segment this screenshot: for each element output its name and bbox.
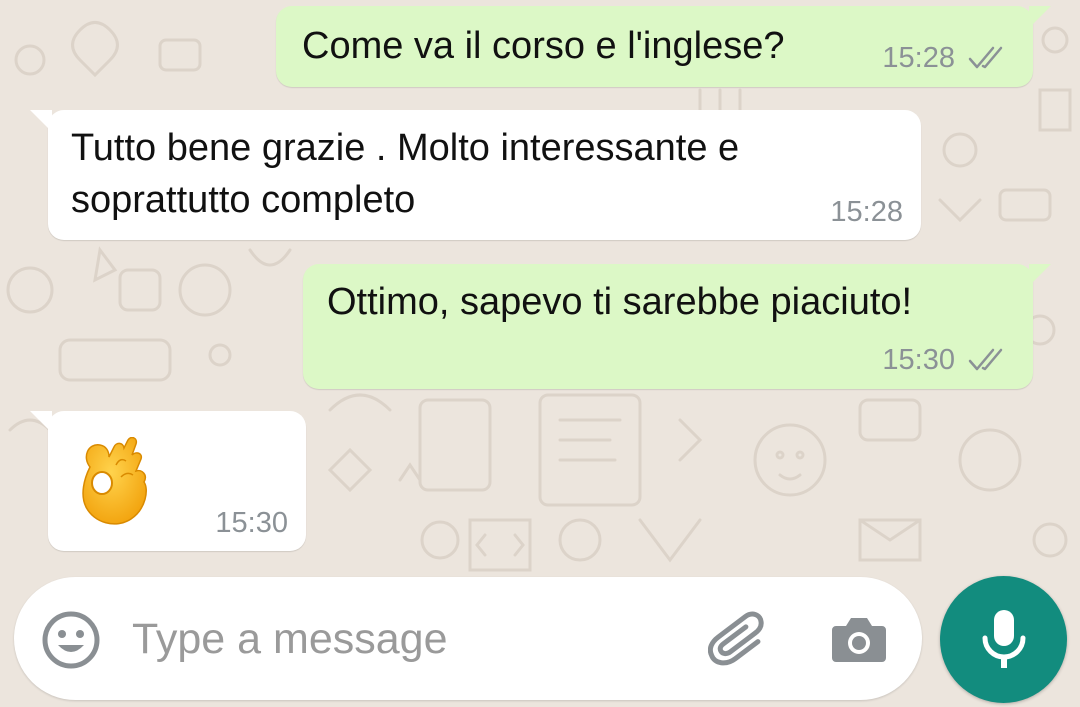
- message-meta: 15:28: [830, 196, 903, 228]
- bubble-tail: [30, 411, 52, 433]
- camera-button[interactable]: [826, 608, 892, 670]
- message-meta: 15:30: [882, 344, 1009, 376]
- bubble-tail: [1029, 264, 1051, 286]
- microphone-icon: [982, 609, 1025, 668]
- message-input[interactable]: [132, 607, 692, 671]
- message-text-line-1: Tutto bene grazie . Molto interessante e: [71, 127, 740, 169]
- double-check-icon: [968, 46, 1003, 69]
- message-time: 15:28: [882, 42, 955, 74]
- voice-message-button[interactable]: [940, 576, 1067, 703]
- message-meta: 15:30: [215, 507, 288, 539]
- message-bubble-outgoing[interactable]: Come va il corso e l'inglese? 15:28: [276, 6, 1051, 87]
- message-bubble-outgoing[interactable]: Ottimo, sapevo ti sarebbe piaciuto! 15:3…: [303, 264, 1051, 389]
- emoji-icon: [42, 611, 100, 669]
- paperclip-icon: [708, 611, 764, 666]
- double-check-icon: [968, 348, 1003, 371]
- ok-hand-emoji: [82, 437, 147, 525]
- message-composer: [14, 577, 922, 700]
- message-meta: 15:28: [882, 42, 1009, 74]
- camera-icon: [832, 618, 886, 662]
- message-text: Ottimo, sapevo ti sarebbe piaciuto!: [327, 281, 913, 323]
- message-text: Come va il corso e l'inglese?: [302, 25, 785, 67]
- message-bubble-incoming[interactable]: Tutto bene grazie . Molto interessante e…: [30, 110, 921, 240]
- message-text-line-2: soprattutto completo: [71, 179, 416, 221]
- emoji-button[interactable]: [38, 607, 104, 673]
- bubble-tail: [1029, 6, 1051, 28]
- message-bubble-incoming[interactable]: 15:30: [30, 411, 306, 551]
- message-time: 15:30: [215, 507, 288, 539]
- bubble-tail: [30, 110, 52, 132]
- attach-button[interactable]: [706, 607, 772, 673]
- message-time: 15:30: [882, 344, 955, 376]
- message-time: 15:28: [830, 196, 903, 228]
